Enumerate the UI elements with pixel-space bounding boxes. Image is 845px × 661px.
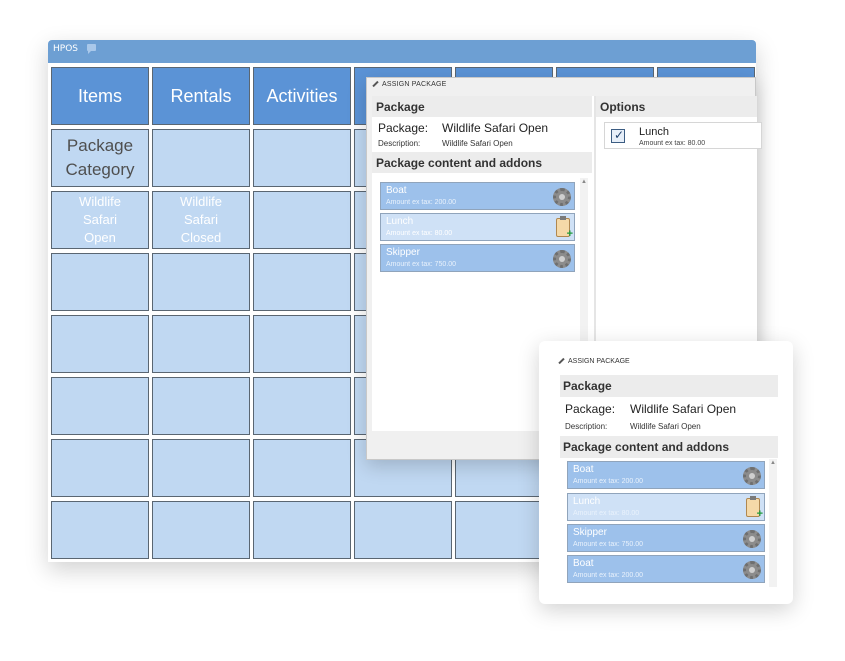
grid-tile[interactable] [253,315,351,373]
zoom-addon-item-boat[interactable]: Boat Amount ex tax: 200.00 [567,555,765,583]
pencil-icon [558,357,565,365]
addon-amount: Amount ex tax: 750.00 [386,261,457,268]
description-value: Wildlife Safari Open [442,139,513,148]
addon-name: Boat [573,558,594,569]
category-tile-package[interactable]: Package Category [51,129,149,187]
zoom-description-row: Description: Wildlife Safari Open [565,422,701,431]
grid-tile[interactable] [152,253,250,311]
gear-icon[interactable] [743,530,761,548]
grid-tile[interactable] [51,377,149,435]
zoom-dialog-title: ASSIGN PACKAGE [558,357,630,365]
grid-tile[interactable] [51,253,149,311]
package-value: Wildlife Safari Open [442,121,549,135]
category-label-line1: Package [66,136,134,155]
package-label: Package: [378,121,429,135]
package-name-line3: Open [84,230,116,245]
grid-tile[interactable] [152,377,250,435]
package-section-header: Package [372,96,592,117]
package-row: Package: Wildlife Safari Open [372,117,592,136]
dialog-title-text: ASSIGN PACKAGE [382,81,447,88]
title-bar: HPOS [48,40,756,63]
option-checkbox[interactable]: ✓ [611,128,625,143]
tab-items[interactable]: Items [51,67,149,125]
zoom-package-section-header: Package [560,375,778,397]
zoom-description-label: Description: [565,422,608,431]
zoom-addon-item-lunch[interactable]: Lunch Amount ex tax: 80.00 + [567,493,765,521]
addon-item-lunch[interactable]: Lunch Amount ex tax: 80.00 + [380,213,575,241]
zoom-addon-item-skipper[interactable]: Skipper Amount ex tax: 750.00 [567,524,765,552]
addon-amount: Amount ex tax: 750.00 [573,541,644,548]
addon-item-skipper[interactable]: Skipper Amount ex tax: 750.00 [380,244,575,272]
zoom-title-text: ASSIGN PACKAGE [568,358,630,365]
addon-name: Skipper [573,527,607,538]
description-row: Description: Wildlife Safari Open [372,136,592,152]
zoom-detail-card: ASSIGN PACKAGE Package Package: Wildlife… [539,341,793,604]
grid-tile[interactable] [253,377,351,435]
grid-tile[interactable] [354,501,452,559]
chat-icon[interactable] [87,44,96,54]
tab-activities[interactable]: Activities [253,67,351,125]
package-tile-wildlife-safari-closed[interactable]: Wildlife Safari Closed [152,191,250,249]
package-name-line2: Safari [83,212,117,227]
zoom-package-row: Package: Wildlife Safari Open [565,402,736,416]
option-amount: Amount ex tax: 80.00 [639,140,706,147]
grid-tile[interactable] [253,439,351,497]
zoom-addons-scrollbar[interactable]: ▲ [769,459,777,587]
clipboard-add-icon[interactable]: + [556,216,573,240]
grid-tile[interactable] [51,501,149,559]
tab-rentals[interactable]: Rentals [152,67,250,125]
zoom-content-section-header: Package content and addons [560,436,778,458]
app-title: HPOS [53,44,78,54]
addon-amount: Amount ex tax: 200.00 [573,572,644,579]
grid-tile[interactable] [253,501,351,559]
package-tile-wildlife-safari-open[interactable]: Wildlife Safari Open [51,191,149,249]
clipboard-add-icon[interactable]: + [746,496,763,520]
grid-tile[interactable] [253,191,351,249]
grid-tile[interactable] [152,315,250,373]
options-section-header: Options [596,96,757,117]
scroll-up-icon[interactable]: ▲ [581,179,587,185]
zoom-package-value: Wildlife Safari Open [630,402,737,416]
checkmark-icon: ✓ [614,128,625,142]
grid-tile[interactable] [152,501,250,559]
addon-name: Boat [386,185,407,196]
gear-icon[interactable] [743,561,761,579]
zoom-addon-item-boat[interactable]: Boat Amount ex tax: 200.00 [567,461,765,489]
category-label-line2: Category [65,160,135,179]
addon-name: Boat [573,464,594,475]
package-name-line2: Safari [184,212,218,227]
addon-amount: Amount ex tax: 80.00 [573,510,640,517]
grid-tile[interactable] [152,439,250,497]
package-name-line1: Wildlife [79,194,121,209]
zoom-description-value: Wildlife Safari Open [630,422,701,431]
gear-icon[interactable] [553,188,571,206]
grid-tile[interactable] [51,315,149,373]
pencil-icon [372,80,379,88]
package-name-line3: Closed [180,230,222,245]
addon-amount: Amount ex tax: 80.00 [386,230,453,237]
addon-name: Lunch [573,496,601,507]
zoom-package-label: Package: [565,402,616,416]
addon-name: Skipper [386,247,420,258]
addon-amount: Amount ex tax: 200.00 [386,199,457,206]
addon-amount: Amount ex tax: 200.00 [573,478,644,485]
gear-icon[interactable] [743,467,761,485]
option-item-lunch[interactable]: ✓ Lunch Amount ex tax: 80.00 [604,122,762,149]
grid-tile[interactable] [152,129,250,187]
grid-tile[interactable] [253,129,351,187]
gear-icon[interactable] [553,250,571,268]
package-name-line1: Wildlife [180,194,222,209]
content-section-header: Package content and addons [372,152,592,173]
option-name: Lunch [639,126,669,138]
scroll-up-icon[interactable]: ▲ [770,460,776,466]
grid-tile[interactable] [253,253,351,311]
addon-item-boat[interactable]: Boat Amount ex tax: 200.00 [380,182,575,210]
grid-tile[interactable] [51,439,149,497]
addon-name: Lunch [386,216,414,227]
dialog-title: ASSIGN PACKAGE [372,80,447,88]
description-label: Description: [378,139,421,148]
